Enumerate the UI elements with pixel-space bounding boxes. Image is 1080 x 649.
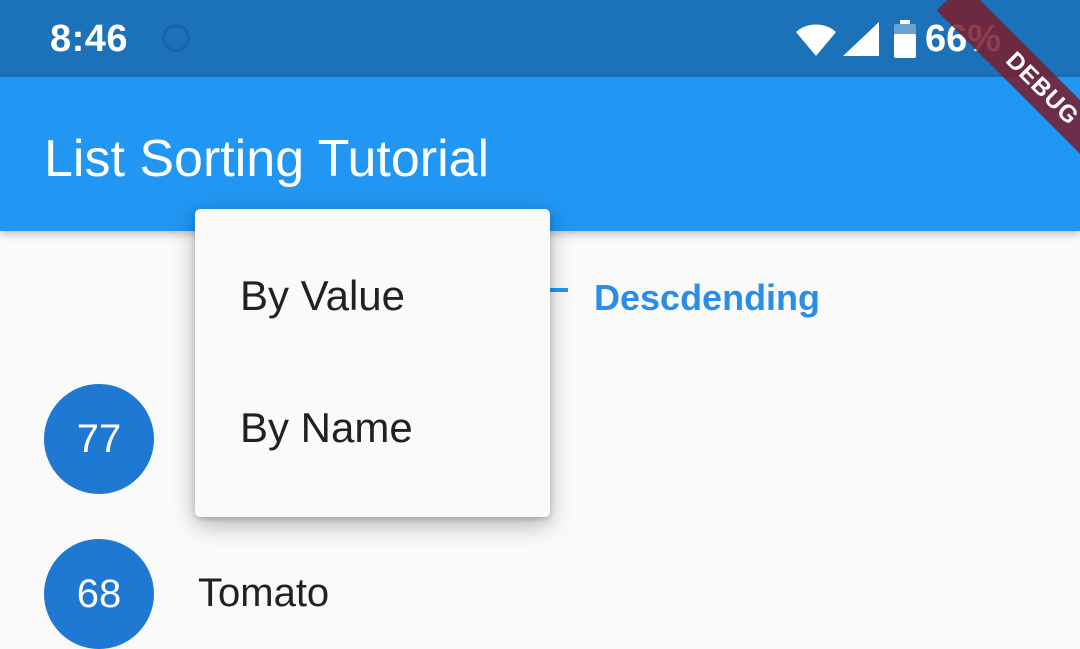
status-bar: 8:46 66%	[0, 0, 1080, 77]
menu-item-by-name[interactable]: By Name	[195, 362, 550, 494]
notification-icon	[162, 24, 190, 52]
app-bar: List Sorting Tutorial	[0, 77, 1080, 231]
status-time: 8:46	[50, 18, 129, 60]
app-title: List Sorting Tutorial	[44, 130, 490, 188]
list-item-title: Tomato	[198, 571, 330, 615]
menu-item-by-value[interactable]: By Value	[195, 230, 550, 362]
list-item-avatar: 68	[44, 539, 154, 649]
wifi-icon	[796, 24, 836, 56]
sort-by-popup-menu: By Value By Name	[195, 209, 550, 517]
battery-icon	[894, 20, 916, 58]
sort-order-button[interactable]: Descdending	[594, 276, 820, 320]
signal-icon	[843, 22, 879, 56]
list-item-avatar: 77	[44, 384, 154, 494]
